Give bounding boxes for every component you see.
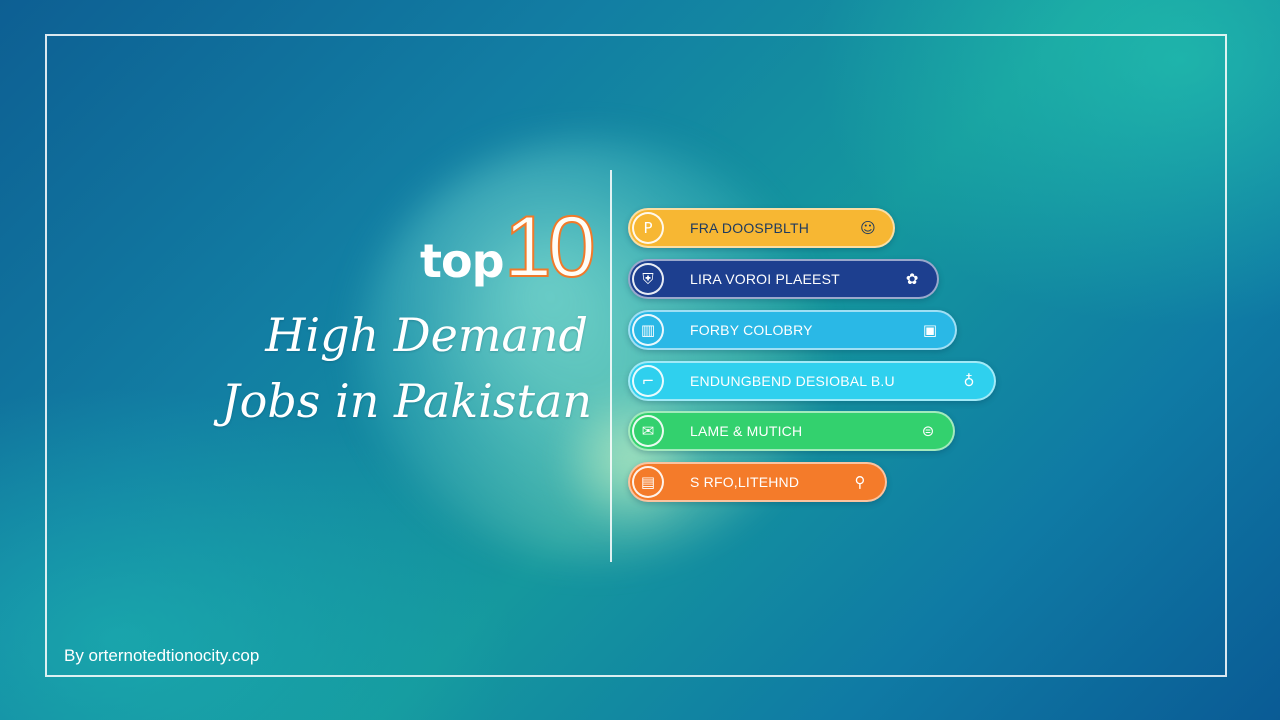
job-pill-2[interactable]: ⛨ LIRA VOROI PLAEEST ✿	[628, 259, 939, 299]
smile-icon: ☺	[860, 219, 876, 237]
credit-text: By orternotedtionocity.cop	[64, 646, 260, 665]
job-pill-4[interactable]: ⌐ ENDUNGBEND DESIOBAL B.U ♁	[628, 361, 996, 401]
job-label: FRA DOOSPBLTH	[690, 220, 810, 236]
job-label: LIRA VOROI PLAEEST	[690, 271, 840, 287]
title-top10: top 10	[418, 200, 598, 300]
document-icon: ▣	[922, 321, 938, 339]
job-label: S RFO,LITEHND	[690, 474, 800, 490]
slide: top 10 High Demand Jobs in Pakistan P FR…	[0, 0, 1280, 720]
slide-frame-border	[45, 34, 1227, 677]
envelope-icon: ✉	[632, 415, 664, 447]
hammer-icon: ⌐	[632, 365, 664, 397]
book-icon: ▤	[632, 466, 664, 498]
globe-icon: ♁	[963, 372, 975, 390]
job-pill-6[interactable]: ▤ S RFO,LITEHND ⚲	[628, 462, 887, 502]
job-label: FORBY COLOBRY	[690, 322, 813, 338]
title-top-word: top	[420, 234, 505, 288]
job-pill-3[interactable]: ▥ FORBY COLOBRY ▣	[628, 310, 957, 350]
gear-icon: ✿	[905, 270, 919, 288]
title-line-high-demand: High Demand	[265, 308, 588, 362]
vertical-divider	[610, 170, 612, 562]
shield-icon: ⛨	[632, 263, 664, 295]
job-label: LAME & MUTICH	[690, 423, 803, 439]
location-pin-icon: P	[632, 212, 664, 244]
job-pill-5[interactable]: ✉ LAME & MUTICH ⊜	[628, 411, 955, 451]
tools-icon: ▥	[632, 314, 664, 346]
chat-icon: ⊜	[921, 422, 935, 440]
title-line-jobs-in-pakistan: Jobs in Pakistan	[221, 374, 592, 428]
job-label: ENDUNGBEND DESIOBAL B.U	[690, 373, 895, 389]
search-icon: ⚲	[854, 473, 866, 491]
title-top-number: 10	[503, 199, 597, 295]
job-pill-1[interactable]: P FRA DOOSPBLTH ☺	[628, 208, 895, 248]
